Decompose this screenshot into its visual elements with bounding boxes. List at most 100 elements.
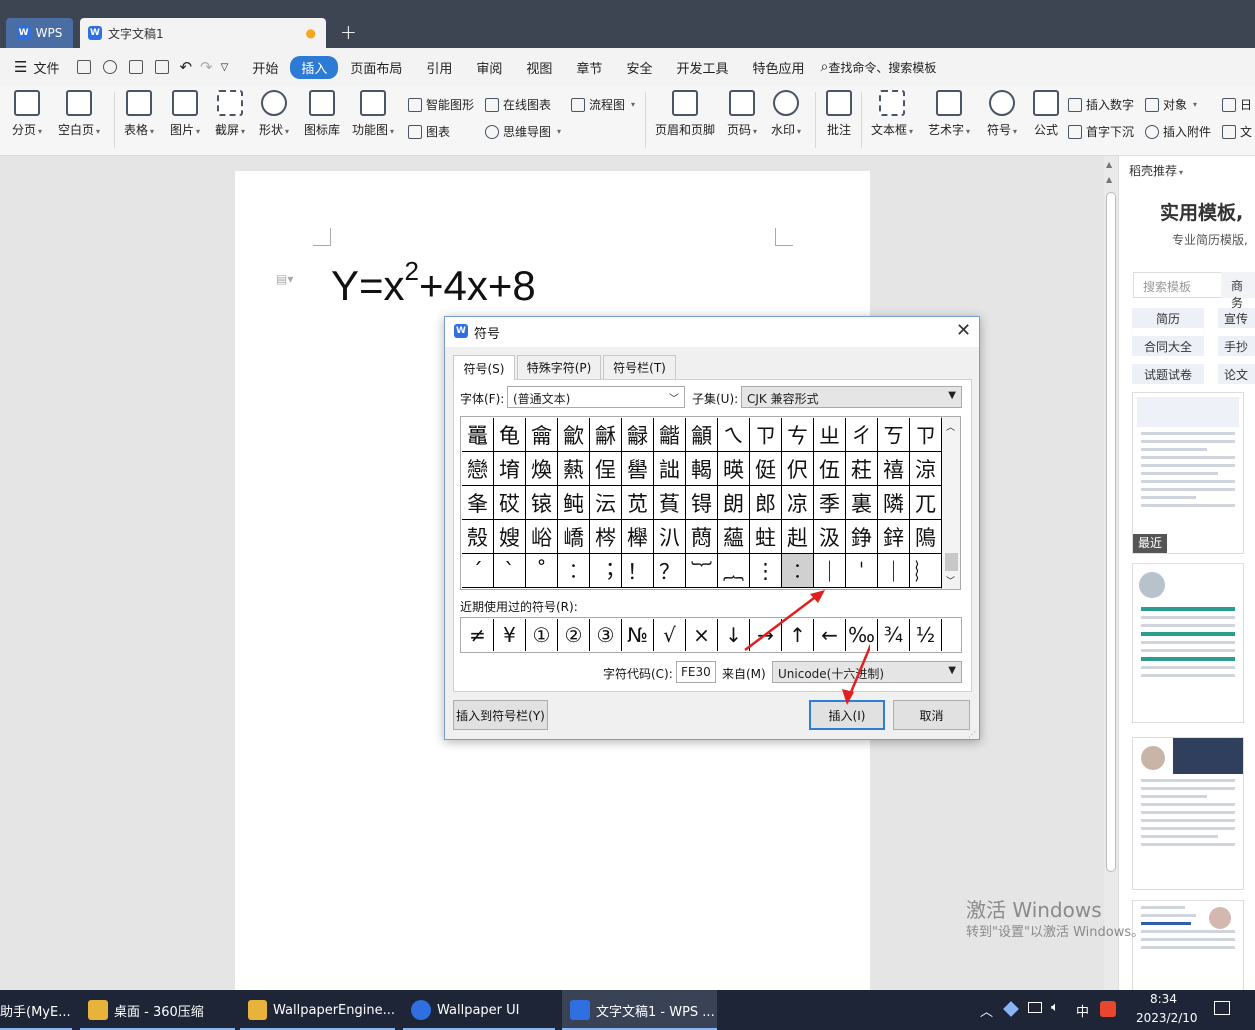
symbol-cell[interactable]: 龣: [622, 418, 654, 452]
network-icon[interactable]: [1028, 1002, 1042, 1013]
menu-page-layout[interactable]: 页面布局: [338, 58, 414, 77]
symbol-cell[interactable]: ︔: [590, 554, 622, 588]
date-button[interactable]: 日: [1222, 96, 1252, 113]
symbol-cell[interactable]: 龡: [558, 418, 590, 452]
chevron-down-icon[interactable]: ﹀: [946, 574, 955, 587]
scroll-up-double-icon[interactable]: ▲: [1106, 175, 1112, 184]
input-method-icon[interactable]: [1100, 1001, 1116, 1017]
tag-resume[interactable]: 简历: [1132, 308, 1204, 328]
input-language-indicator[interactable]: 中: [1076, 1001, 1089, 1020]
symbol-cell[interactable]: ㄟ: [718, 418, 750, 452]
symbol-cell[interactable]: 戀: [462, 452, 494, 486]
page-break-button[interactable]: 分页 ▾: [12, 90, 42, 138]
symbol-cell[interactable]: 堉: [494, 452, 526, 486]
symbol-cell[interactable]: 裏: [846, 486, 878, 520]
symbol-cell[interactable]: ´: [462, 554, 494, 588]
screenshot-button[interactable]: 截屏 ▾: [215, 90, 245, 138]
object-button[interactable]: 对象 ▾: [1145, 96, 1197, 113]
symbol-cell[interactable]: 錚: [846, 520, 878, 554]
menu-file[interactable]: 文件: [27, 58, 71, 77]
symbol-cell[interactable]: 嫂: [494, 520, 526, 554]
symbol-cell[interactable]: 蛀: [750, 520, 782, 554]
header-footer-button[interactable]: 页眉和页脚: [655, 90, 715, 138]
char-code-input[interactable]: FE30: [676, 661, 716, 683]
symbol-cell[interactable]: 蕄: [686, 520, 718, 554]
symbol-cell[interactable]: 萯: [654, 486, 686, 520]
symbol-cell[interactable]: 龥: [686, 418, 718, 452]
symbol-cell[interactable]: ˚: [526, 554, 558, 588]
symbol-cell[interactable]: ㄗ: [910, 418, 942, 452]
undo-icon[interactable]: ↶: [179, 58, 192, 76]
recent-symbol-cell[interactable]: ≠: [462, 619, 494, 651]
taskbar-item-wps-document[interactable]: 文字文稿1 - WPS ...: [562, 990, 717, 1030]
document-scroll-thumb[interactable]: [1106, 192, 1116, 872]
symbol-cell[interactable]: 汲: [814, 520, 846, 554]
tab-wps-home[interactable]: W WPS: [6, 18, 73, 48]
flowchart-button[interactable]: 流程图 ▾: [571, 96, 635, 113]
save-icon[interactable]: [77, 60, 92, 74]
textbox-button[interactable]: 文本框 ▾: [871, 90, 913, 138]
recent-symbol-cell[interactable]: ②: [558, 619, 590, 651]
symbol-cell[interactable]: 汃: [654, 520, 686, 554]
symbol-cell[interactable]: 伬: [782, 452, 814, 486]
menu-review[interactable]: 审阅: [464, 58, 514, 77]
symbol-cell[interactable]: 隝: [910, 520, 942, 554]
comment-button[interactable]: 批注: [826, 90, 852, 138]
symbol-cell[interactable]: ︸: [686, 554, 718, 588]
tab-symbol-bar[interactable]: 符号栏(T): [603, 355, 676, 379]
tag-promo[interactable]: 宣传: [1218, 308, 1255, 328]
symbol-cell[interactable]: ˋ: [494, 554, 526, 588]
taskbar-clock-date[interactable]: 2023/2/10: [1136, 1011, 1198, 1025]
symbol-cell[interactable]: ｜: [814, 554, 846, 588]
symbol-cell[interactable]: 涼: [910, 452, 942, 486]
symbol-cell[interactable]: ！: [622, 554, 654, 588]
dialog-titlebar[interactable]: [445, 317, 979, 347]
symbol-cell[interactable]: 鼉: [462, 418, 494, 452]
menu-view[interactable]: 视图: [514, 58, 564, 77]
symbol-cell[interactable]: ㄓ: [814, 418, 846, 452]
recent-symbol-cell[interactable]: ¥: [494, 619, 526, 651]
search-icon[interactable]: ⌕: [820, 59, 828, 75]
symbol-cell[interactable]: 郎: [750, 486, 782, 520]
symbol-cell[interactable]: 侹: [750, 452, 782, 486]
symbol-cell[interactable]: 輵: [686, 452, 718, 486]
subset-select[interactable]: CJK 兼容形式 ▼: [741, 386, 962, 408]
blank-page-button[interactable]: 空白页 ▾: [58, 90, 100, 138]
symbol-cell[interactable]: 峪: [526, 520, 558, 554]
recent-symbol-cell[interactable]: №: [622, 619, 654, 651]
drop-cap-button[interactable]: 首字下沉: [1068, 123, 1134, 140]
tab-document[interactable]: W 文字文稿1 ●: [80, 18, 326, 48]
recent-symbol-cell[interactable]: ¾: [878, 619, 910, 651]
table-button[interactable]: 表格 ▾: [124, 90, 154, 138]
symbol-cell[interactable]: 锝: [686, 486, 718, 520]
template-category-business[interactable]: 商务: [1221, 272, 1255, 310]
symbol-cell[interactable]: ㄗ: [750, 418, 782, 452]
symbol-cell[interactable]: ︰: [558, 554, 590, 588]
symbol-cell[interactable]: 龠: [526, 418, 558, 452]
symbol-cell[interactable]: 鋅: [878, 520, 910, 554]
taskbar-item-wallpaper-ui[interactable]: Wallpaper UI: [403, 990, 555, 1030]
symbol-cell[interactable]: 殼: [462, 520, 494, 554]
chevron-up-icon[interactable]: ︿: [946, 420, 955, 433]
smart-shape-button[interactable]: 智能图形: [408, 96, 474, 113]
symbol-cell[interactable]: ㄎ: [878, 418, 910, 452]
online-chart-button[interactable]: 在线图表: [485, 96, 551, 113]
insert-to-symbol-bar-button[interactable]: 插入到符号栏(Y): [453, 700, 548, 730]
panel-title[interactable]: 稻壳推荐 ▾: [1129, 162, 1183, 179]
symbol-cell[interactable]: ㄔ: [846, 418, 878, 452]
print-preview-icon[interactable]: [155, 60, 170, 74]
symbol-cell[interactable]: ㄘ: [782, 418, 814, 452]
symbol-cell[interactable]: ︴: [910, 554, 942, 588]
recent-symbol-cell[interactable]: ③: [590, 619, 622, 651]
cancel-button[interactable]: 取消: [893, 700, 970, 730]
symbol-cell[interactable]: ？: [654, 554, 686, 588]
template-thumbnail[interactable]: [1132, 900, 1244, 990]
symbol-cell[interactable]: 嶠: [558, 520, 590, 554]
function-map-button[interactable]: 功能图 ▾: [352, 90, 394, 138]
redo-icon[interactable]: ↷: [200, 58, 213, 76]
symbol-cell[interactable]: 沄: [590, 486, 622, 520]
hamburger-icon[interactable]: ☰: [14, 58, 27, 76]
symbol-cell[interactable]: 季: [814, 486, 846, 520]
menu-references[interactable]: 引用: [414, 58, 464, 77]
symbol-cell[interactable]: 煥: [526, 452, 558, 486]
